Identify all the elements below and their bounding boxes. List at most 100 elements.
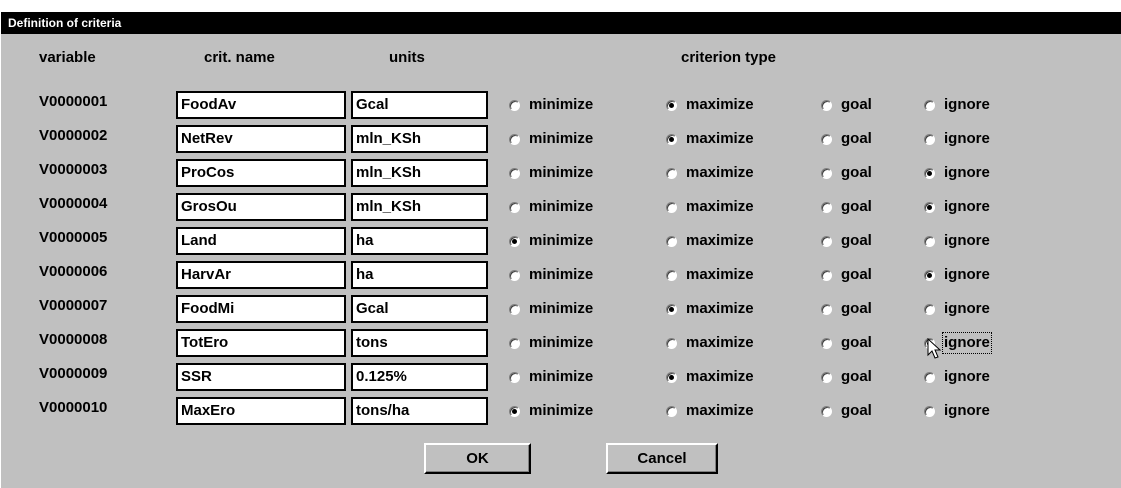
radio-unchecked-icon — [821, 405, 832, 417]
units-field[interactable]: mln_KSh — [351, 193, 488, 221]
radio-label: ignore — [942, 332, 992, 354]
radio-unchecked-icon — [666, 201, 677, 213]
radio-goal[interactable]: goal — [821, 366, 872, 388]
units-field[interactable]: tons/ha — [351, 397, 488, 425]
radio-checked-icon — [509, 235, 520, 247]
radio-ignore[interactable]: ignore — [924, 196, 990, 218]
radio-checked-icon — [666, 371, 677, 383]
radio-minimize[interactable]: minimize — [509, 94, 593, 116]
radio-ignore[interactable]: ignore — [924, 128, 990, 150]
radio-checked-icon — [924, 269, 935, 281]
arrow-pointer-icon — [927, 338, 942, 359]
radio-checked-icon — [924, 201, 935, 213]
radio-maximize[interactable]: maximize — [666, 264, 754, 286]
radio-ignore[interactable]: ignore — [924, 230, 990, 252]
crit-name-field[interactable]: FoodMi — [176, 295, 346, 323]
radio-goal[interactable]: goal — [821, 332, 872, 354]
crit-name-field[interactable]: NetRev — [176, 125, 346, 153]
radio-maximize[interactable]: maximize — [666, 162, 754, 184]
radio-label: minimize — [529, 266, 594, 283]
radio-goal[interactable]: goal — [821, 400, 872, 422]
radio-ignore[interactable]: ignore — [924, 400, 990, 422]
radio-label: ignore — [944, 368, 990, 385]
radio-unchecked-icon — [666, 337, 677, 349]
radio-goal[interactable]: goal — [821, 128, 872, 150]
criteria-row: V0000001 FoodAv Gcal minimize maximize goal ig… — [1, 91, 1121, 119]
units-field[interactable]: 0.125% — [351, 363, 488, 391]
crit-name-field[interactable]: Land — [176, 227, 346, 255]
criteria-row: V0000006 HarvAr ha minimize maximize goal igno… — [1, 261, 1121, 289]
units-field[interactable]: tons — [351, 329, 488, 357]
radio-label: ignore — [944, 266, 990, 283]
radio-unchecked-icon — [821, 269, 832, 281]
cancel-button[interactable]: Cancel — [606, 443, 718, 474]
header-units: units — [389, 49, 425, 66]
radio-minimize[interactable]: minimize — [509, 366, 593, 388]
radio-label: ignore — [944, 300, 990, 317]
radio-label: ignore — [944, 402, 990, 419]
criteria-row: V0000002 NetRev mln_KSh minimize maximize goa… — [1, 125, 1121, 153]
radio-unchecked-icon — [509, 201, 520, 213]
radio-maximize[interactable]: maximize — [666, 400, 754, 422]
units-field[interactable]: Gcal — [351, 91, 488, 119]
radio-unchecked-icon — [509, 99, 520, 111]
radio-unchecked-icon — [509, 167, 520, 179]
units-field[interactable]: Gcal — [351, 295, 488, 323]
radio-unchecked-icon — [821, 99, 832, 111]
radio-maximize[interactable]: maximize — [666, 94, 754, 116]
crit-name-field[interactable]: ProCos — [176, 159, 346, 187]
radio-minimize[interactable]: minimize — [509, 128, 593, 150]
radio-goal[interactable]: goal — [821, 264, 872, 286]
radio-minimize[interactable]: minimize — [509, 332, 593, 354]
radio-minimize[interactable]: minimize — [509, 298, 593, 320]
radio-label: goal — [841, 368, 872, 385]
units-field[interactable]: mln_KSh — [351, 159, 488, 187]
radio-checked-icon — [666, 99, 677, 111]
criteria-row: V0000010 MaxEro tons/ha minimize maximize goa… — [1, 397, 1121, 425]
radio-label: minimize — [529, 402, 594, 419]
radio-minimize[interactable]: minimize — [509, 400, 593, 422]
radio-maximize[interactable]: maximize — [666, 196, 754, 218]
radio-unchecked-icon — [509, 371, 520, 383]
radio-label: goal — [841, 164, 872, 181]
radio-goal[interactable]: goal — [821, 94, 872, 116]
radio-label: maximize — [686, 368, 754, 385]
radio-label: minimize — [529, 232, 594, 249]
radio-goal[interactable]: goal — [821, 196, 872, 218]
radio-goal[interactable]: goal — [821, 230, 872, 252]
crit-name-field[interactable]: SSR — [176, 363, 346, 391]
radio-goal[interactable]: goal — [821, 162, 872, 184]
ok-button[interactable]: OK — [424, 443, 531, 474]
radio-label: ignore — [944, 164, 990, 181]
units-field[interactable]: ha — [351, 261, 488, 289]
radio-minimize[interactable]: minimize — [509, 230, 593, 252]
radio-label: goal — [841, 300, 872, 317]
crit-name-field[interactable]: FoodAv — [176, 91, 346, 119]
crit-name-field[interactable]: GrosOu — [176, 193, 346, 221]
variable-id: V0000002 — [39, 127, 108, 144]
radio-goal[interactable]: goal — [821, 298, 872, 320]
radio-maximize[interactable]: maximize — [666, 128, 754, 150]
units-field[interactable]: ha — [351, 227, 488, 255]
radio-minimize[interactable]: minimize — [509, 196, 593, 218]
radio-unchecked-icon — [821, 371, 832, 383]
radio-label: goal — [841, 198, 872, 215]
radio-label: minimize — [529, 300, 594, 317]
radio-minimize[interactable]: minimize — [509, 264, 593, 286]
radio-ignore[interactable]: ignore — [924, 298, 990, 320]
radio-maximize[interactable]: maximize — [666, 298, 754, 320]
radio-minimize[interactable]: minimize — [509, 162, 593, 184]
radio-ignore[interactable]: ignore — [924, 94, 990, 116]
radio-unchecked-icon — [509, 133, 520, 145]
units-field[interactable]: mln_KSh — [351, 125, 488, 153]
radio-maximize[interactable]: maximize — [666, 230, 754, 252]
crit-name-field[interactable]: HarvAr — [176, 261, 346, 289]
radio-ignore[interactable]: ignore — [924, 264, 990, 286]
radio-maximize[interactable]: maximize — [666, 366, 754, 388]
radio-ignore[interactable]: ignore — [924, 366, 990, 388]
crit-name-field[interactable]: TotEro — [176, 329, 346, 357]
radio-maximize[interactable]: maximize — [666, 332, 754, 354]
radio-label: minimize — [529, 198, 594, 215]
crit-name-field[interactable]: MaxEro — [176, 397, 346, 425]
radio-ignore[interactable]: ignore — [924, 162, 990, 184]
